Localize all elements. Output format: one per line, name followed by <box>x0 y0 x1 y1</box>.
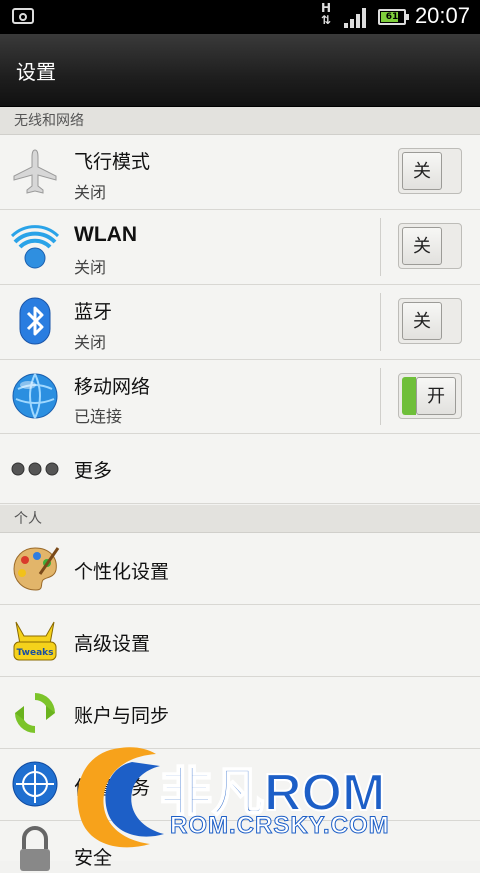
setting-status: 关闭 <box>74 258 107 277</box>
airplane-icon <box>13 149 57 194</box>
status-bar: H ⇅ 61 20:07 <box>0 0 480 34</box>
setting-status: 关闭 <box>74 333 107 352</box>
setting-label: 位置服务 <box>74 777 151 799</box>
toggle-label: 开 <box>416 377 456 415</box>
section-header-personal: 个人 <box>0 505 480 533</box>
globe-icon <box>12 373 58 419</box>
more-dots-icon <box>11 462 59 476</box>
location-globe-icon <box>12 761 58 807</box>
setting-label: 更多 <box>74 460 113 482</box>
network-type-label: H <box>320 1 332 15</box>
setting-status: 已连接 <box>74 407 123 426</box>
setting-row-mobile-network[interactable]: 移动网络 已连接 开 <box>0 360 480 434</box>
toggle-label: 关 <box>402 302 442 340</box>
setting-row-personalize[interactable]: 个性化设置 <box>0 533 480 605</box>
toggle-on-indicator <box>402 377 416 415</box>
toggle-label: 关 <box>402 227 442 265</box>
status-time: 20:07 <box>414 3 470 28</box>
setting-label: WLAN <box>74 223 137 246</box>
setting-label: 飞行模式 <box>74 151 151 173</box>
row-divider <box>380 368 381 425</box>
title-bar: 设置 <box>0 34 480 108</box>
section-header-wireless: 无线和网络 <box>0 107 480 135</box>
setting-row-bluetooth[interactable]: 蓝牙 关闭 关 <box>0 285 480 360</box>
setting-label: 移动网络 <box>74 376 151 398</box>
toggle-label: 关 <box>402 152 442 190</box>
wifi-icon <box>10 225 60 269</box>
network-type-icon: H ⇅ <box>320 1 332 27</box>
bluetooth-icon <box>19 297 51 345</box>
bluetooth-toggle[interactable]: 关 <box>398 298 462 344</box>
setting-row-security[interactable]: 安全 <box>0 821 480 871</box>
setting-row-location[interactable]: 位置服务 <box>0 749 480 821</box>
lock-icon <box>20 826 50 871</box>
setting-label: 蓝牙 <box>74 301 113 323</box>
wlan-toggle[interactable]: 关 <box>398 223 462 269</box>
setting-row-wlan[interactable]: WLAN 关闭 关 <box>0 210 480 285</box>
setting-row-airplane-mode[interactable]: 飞行模式 关闭 关 <box>0 135 480 210</box>
airplane-mode-toggle[interactable]: 关 <box>398 148 462 194</box>
setting-label: 个性化设置 <box>74 561 170 583</box>
battery-icon: 61 <box>378 9 409 25</box>
setting-status: 关闭 <box>74 183 107 202</box>
setting-label: 高级设置 <box>74 633 151 655</box>
setting-row-advanced[interactable]: Tweaks 高级设置 <box>0 605 480 677</box>
sync-icon <box>15 693 55 733</box>
setting-label: 安全 <box>74 847 113 869</box>
page-title: 设置 <box>16 60 56 84</box>
signal-strength-icon <box>344 8 370 28</box>
row-divider <box>380 293 381 351</box>
tweaks-icon: Tweaks <box>13 621 57 661</box>
mobile-network-toggle[interactable]: 开 <box>398 373 462 419</box>
palette-icon <box>13 547 60 591</box>
battery-level: 61 <box>385 12 399 22</box>
screenshot-icon <box>12 8 34 24</box>
row-divider <box>380 218 381 276</box>
svg-text:Tweaks: Tweaks <box>17 648 54 658</box>
setting-row-accounts-sync[interactable]: 账户与同步 <box>0 677 480 749</box>
setting-label: 账户与同步 <box>74 705 170 727</box>
setting-row-more[interactable]: 更多 <box>0 434 480 504</box>
